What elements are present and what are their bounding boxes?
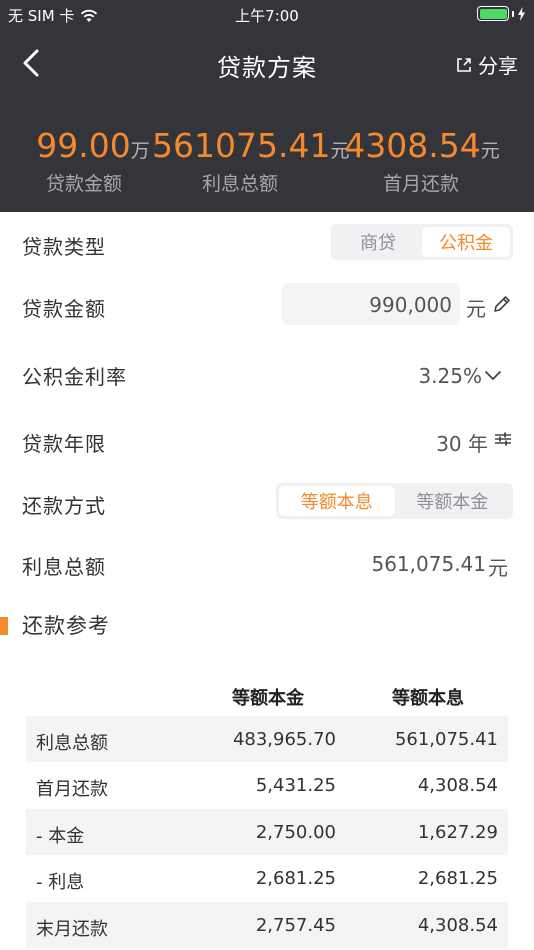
battery-tip <box>512 10 514 17</box>
loan-type-fund[interactable]: 公积金 <box>422 227 510 257</box>
nav-bar: 贷款方案 分享 <box>0 40 534 86</box>
cell-equal-principal: 2,750.00 <box>255 821 336 843</box>
status-bar: 无 SIM 卡 上午7:00 <box>0 0 534 28</box>
sliders-icon[interactable] <box>494 431 512 447</box>
row-label: - 利息 <box>36 872 85 894</box>
loan-type-label: 贷款类型 <box>22 235 106 259</box>
summary-loan-amount-unit: 万 <box>130 140 150 162</box>
table-row: 末月还款 2,757.45 4,308.54 <box>26 901 508 948</box>
total-interest-value: 561,075.41 <box>371 552 486 576</box>
share-icon <box>457 57 471 72</box>
repay-equal-principal[interactable]: 等额本金 <box>395 486 511 516</box>
cell-equal-installment: 4,308.54 <box>417 775 498 797</box>
summary-first-month: 4308.54元 首月还款 <box>342 126 502 196</box>
repay-method-label: 还款方式 <box>22 494 106 518</box>
loan-amount-unit: 元 <box>466 297 486 321</box>
col-equal-principal: 等额本金 <box>232 688 304 709</box>
table-row: - 本金 2,750.00 1,627.29 <box>26 808 508 856</box>
share-button[interactable]: 分享 <box>456 50 518 79</box>
cell-equal-installment: 1,627.29 <box>417 821 498 843</box>
cell-equal-principal: 5,431.25 <box>255 775 336 797</box>
loan-amount-label: 贷款金额 <box>22 297 106 321</box>
loan-type-commercial[interactable]: 商贷 <box>334 227 422 257</box>
cell-equal-principal: 2,757.45 <box>255 914 336 936</box>
term-label: 贷款年限 <box>22 432 106 456</box>
table-row: 利息总额 483,965.70 561,075.41 <box>26 716 508 763</box>
reference-table: 等额本金 等额本息 利息总额 483,965.70 561,075.41 首月还… <box>26 672 508 948</box>
header: 无 SIM 卡 上午7:00 贷款方案 分享 99.00万 贷款金额 56107… <box>0 0 534 212</box>
status-time: 上午7:00 <box>235 7 299 25</box>
summary-total-interest-label: 利息总额 <box>201 173 278 195</box>
row-label: 末月还款 <box>36 918 108 940</box>
summary-first-month-unit: 元 <box>480 140 500 162</box>
cell-equal-installment: 2,681.25 <box>417 868 498 890</box>
row-label: 首月还款 <box>36 779 108 801</box>
summary-loan-amount-label: 贷款金额 <box>45 173 122 195</box>
total-interest-unit: 元 <box>488 556 508 580</box>
summary-first-month-value: 4308.54 <box>344 126 481 165</box>
rate-value[interactable]: 3.25% <box>380 364 482 388</box>
col-equal-installment: 等额本息 <box>392 688 464 709</box>
repay-equal-installment[interactable]: 等额本息 <box>279 486 395 516</box>
summary-total-interest: 561075.41元 利息总额 <box>152 126 349 196</box>
page-title: 贷款方案 <box>217 54 317 82</box>
table-row: 首月还款 5,431.25 4,308.54 <box>26 762 508 808</box>
reference-title: 还款参考 <box>22 614 110 638</box>
term-value[interactable]: 30 年 <box>400 428 488 457</box>
repay-method-segmented[interactable]: 等额本息 等额本金 <box>276 483 513 519</box>
loan-amount-input[interactable]: 990,000 <box>282 283 460 325</box>
row-label: - 本金 <box>36 825 85 847</box>
summary-loan-amount-value: 99.00 <box>36 126 131 165</box>
table-header: 等额本金 等额本息 <box>26 672 508 716</box>
loan-type-segmented[interactable]: 商贷 公积金 <box>331 224 513 260</box>
edit-icon[interactable] <box>492 294 512 314</box>
row-label: 利息总额 <box>36 733 108 754</box>
summary: 99.00万 贷款金额 561075.41元 利息总额 4308.54元 首月还… <box>0 126 534 206</box>
cell-equal-installment: 561,075.41 <box>394 729 498 750</box>
total-interest-label: 利息总额 <box>22 555 106 579</box>
summary-total-interest-value: 561075.41 <box>152 126 331 165</box>
cell-equal-principal: 2,681.25 <box>255 868 336 890</box>
share-label: 分享 <box>478 54 518 78</box>
rate-label: 公积金利率 <box>22 365 127 389</box>
cell-equal-principal: 483,965.70 <box>232 729 336 750</box>
chevron-down-icon[interactable] <box>484 369 502 383</box>
section-accent-bar <box>0 617 8 635</box>
cell-equal-installment: 4,308.54 <box>417 914 498 936</box>
battery-icon <box>477 6 509 21</box>
table-row: - 利息 2,681.25 2,681.25 <box>26 855 508 901</box>
summary-loan-amount: 99.00万 贷款金额 <box>34 126 152 196</box>
charging-icon <box>518 6 525 21</box>
summary-first-month-label: 首月还款 <box>382 173 459 195</box>
